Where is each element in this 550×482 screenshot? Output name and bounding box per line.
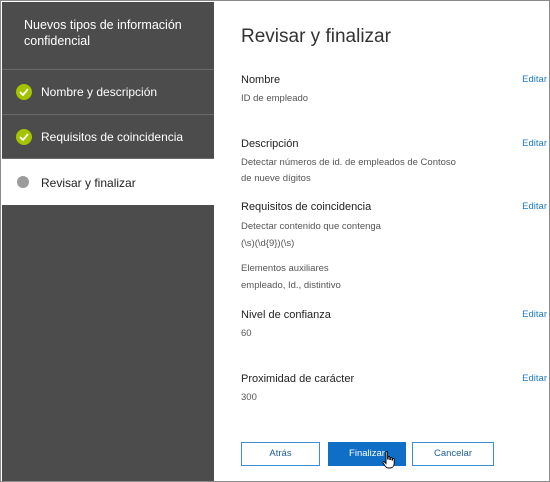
edit-confidence-link[interactable]: Editar xyxy=(522,309,547,320)
edit-proximity-link[interactable]: Editar xyxy=(522,373,547,384)
section-heading: Requisitos de coincidencia xyxy=(241,201,372,213)
pattern-value: (\s)(\d{9})(\s) xyxy=(241,238,295,249)
edit-name-link[interactable]: Editar xyxy=(522,74,547,85)
section-match-requirements: Requisitos de coincidencia Editar Detect… xyxy=(241,201,547,294)
cancel-button[interactable]: Cancelar xyxy=(412,442,494,466)
wizard-window: Nuevos tipos de información confidencial… xyxy=(0,0,550,482)
aux-heading: Elementos auxiliares xyxy=(241,263,329,274)
section-heading: Proximidad de carácter xyxy=(241,373,355,385)
section-value: 60 xyxy=(241,328,252,339)
step-label: Requisitos de coincidencia xyxy=(41,130,184,144)
hand-pointer-icon xyxy=(382,451,395,469)
section-value: Detectar números de id. de empleados de … xyxy=(241,157,456,184)
section-heading: Descripción xyxy=(241,138,299,150)
section-heading: Nombre xyxy=(241,74,281,86)
checkmark-icon xyxy=(16,84,32,100)
aux-values: empleado, Id., distintivo xyxy=(241,280,341,291)
edit-requirements-link[interactable]: Editar xyxy=(522,201,547,212)
checkmark-icon xyxy=(16,129,32,145)
step-match-requirements[interactable]: Requisitos de coincidencia xyxy=(2,114,214,158)
section-value: 300 xyxy=(241,392,257,403)
review-panel: Revisar y finalizar Nombre Editar ID de … xyxy=(214,2,549,481)
section-heading: Nivel de confianza xyxy=(241,309,331,321)
edit-description-link[interactable]: Editar xyxy=(522,138,547,149)
detect-text: Detectar contenido que contenga xyxy=(241,221,381,232)
dot-icon xyxy=(17,176,29,188)
wizard-sidebar: Nuevos tipos de información confidencial… xyxy=(2,2,214,481)
section-proximity: Proximidad de carácter Editar 300 xyxy=(241,373,547,406)
step-name-description[interactable]: Nombre y descripción xyxy=(2,69,214,113)
section-description: Descripción Editar Detectar números de i… xyxy=(241,138,547,187)
page-title: Revisar y finalizar xyxy=(241,26,391,47)
step-label: Nombre y descripción xyxy=(41,85,158,99)
section-value: ID de empleado xyxy=(241,93,309,104)
wizard-title: Nuevos tipos de información confidencial xyxy=(24,18,182,48)
back-button[interactable]: Atrás xyxy=(241,442,320,466)
step-label: Revisar y finalizar xyxy=(41,176,136,190)
step-review-finish[interactable]: Revisar y finalizar xyxy=(2,159,214,205)
section-name: Nombre Editar ID de empleado xyxy=(241,74,547,107)
section-confidence: Nivel de confianza Editar 60 xyxy=(241,309,547,342)
